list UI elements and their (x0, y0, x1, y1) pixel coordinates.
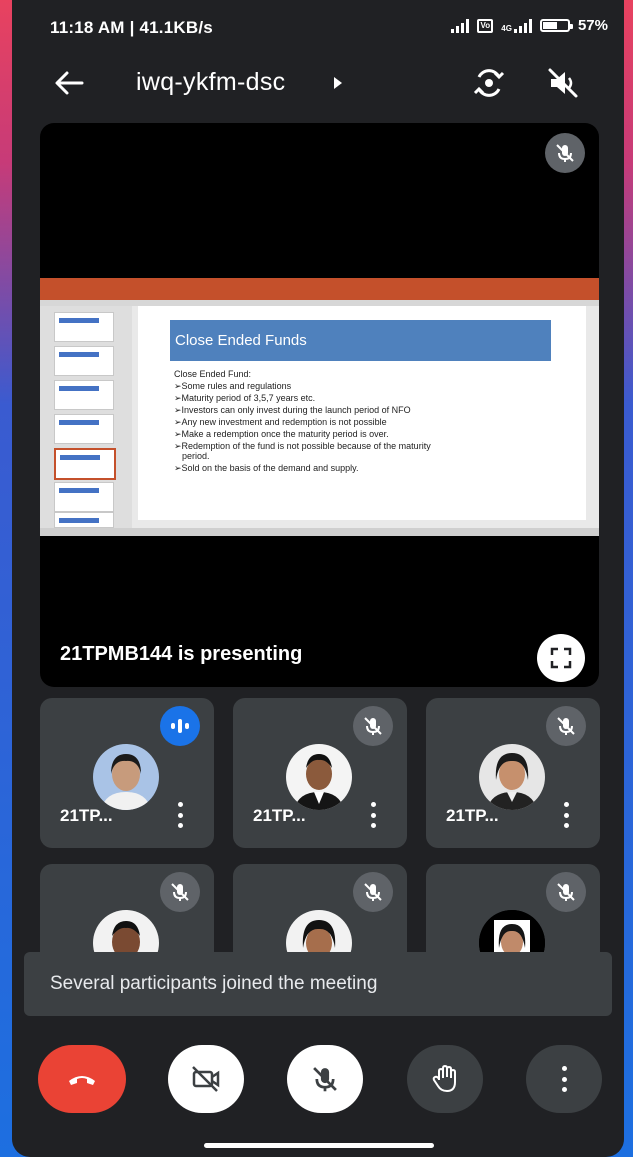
network-4g-icon: 4G (501, 18, 532, 33)
mic-off-icon (546, 706, 586, 746)
caret-right-icon[interactable] (334, 77, 342, 89)
battery-level: 57% (577, 17, 608, 34)
participant-tile[interactable]: 21TP... (40, 698, 214, 848)
more-options-icon (560, 1066, 568, 1092)
mic-off-icon (546, 872, 586, 912)
slide-thumbnail (54, 346, 114, 376)
meeting-header: iwq-ykfm-dsc (12, 58, 624, 108)
home-indicator[interactable] (204, 1143, 434, 1148)
slide-thumbnail (54, 414, 114, 444)
more-options-icon[interactable] (369, 802, 377, 828)
mic-off-icon (353, 706, 393, 746)
avatar (286, 744, 352, 810)
raise-hand-button[interactable] (407, 1045, 483, 1113)
snackbar: Several participants joined the meeting (24, 952, 612, 1016)
more-options-icon[interactable] (562, 802, 570, 828)
slide-thumbnail (54, 380, 114, 410)
avatar (93, 744, 159, 810)
mic-off-icon (545, 133, 585, 173)
signal-icon (451, 18, 470, 33)
raise-hand-icon (432, 1065, 456, 1092)
more-options-icon[interactable] (176, 802, 184, 828)
slide-bullet: ➢Any new investment and redemption is no… (174, 417, 387, 427)
slide-bullet: ➢Maturity period of 3,5,7 years etc. (174, 393, 316, 403)
avatar (479, 744, 545, 810)
participant-name: 21TP... (60, 806, 113, 825)
participant-name: 21TP... (446, 806, 499, 825)
slide-bullet: ➢Some rules and regulations (174, 381, 292, 391)
end-call-button[interactable] (38, 1045, 126, 1113)
meet-screen: 11:18 AM | 41.1KB/s Vo 4G 57% iwq-ykfm-d… (12, 0, 624, 1157)
shared-screen: Close Ended Funds Close Ended Fund: ➢Som… (40, 278, 599, 536)
slide-thumbnails (40, 306, 132, 528)
slide-bullet: ➢Sold on the basis of the demand and sup… (174, 463, 359, 473)
slide-title: Close Ended Funds (170, 320, 551, 361)
slide-thumbnail (54, 312, 114, 342)
meeting-code[interactable]: iwq-ykfm-dsc (136, 68, 285, 97)
end-call-icon (69, 1076, 95, 1085)
more-options-button[interactable] (526, 1045, 602, 1113)
mic-off-icon (160, 872, 200, 912)
participant-tile[interactable]: 21TP... (426, 698, 600, 848)
speaking-indicator-icon (160, 706, 200, 746)
status-bar: 11:18 AM | 41.1KB/s Vo 4G 57% (12, 0, 624, 58)
slide-bullet: ➢Make a redemption once the maturity per… (174, 429, 389, 439)
participant-tile[interactable]: 21TP... (233, 698, 407, 848)
slide-subtitle: Close Ended Fund: (174, 369, 252, 379)
slide-body: Close Ended Fund: ➢Some rules and regula… (174, 368, 564, 474)
slide-thumbnail-selected (54, 448, 116, 480)
fullscreen-icon[interactable] (537, 634, 585, 682)
mic-toggle-button[interactable] (287, 1045, 363, 1113)
slide: Close Ended Funds Close Ended Fund: ➢Som… (138, 306, 586, 520)
mic-off-icon (353, 872, 393, 912)
camera-toggle-button[interactable] (168, 1045, 244, 1113)
volte-icon: Vo (477, 18, 494, 33)
slide-bullet: ➢Investors can only invest during the la… (174, 405, 411, 415)
status-icons: Vo 4G 57% (451, 17, 608, 34)
presentation-tile[interactable]: Close Ended Funds Close Ended Fund: ➢Som… (40, 123, 599, 687)
snackbar-message: Several participants joined the meeting (50, 973, 378, 994)
speaker-off-icon[interactable] (544, 64, 582, 102)
camera-off-icon (192, 1066, 220, 1092)
status-time: 11:18 AM | 41.1KB/s (50, 18, 213, 37)
participant-name: 21TP... (253, 806, 306, 825)
presenting-label: 21TPMB144 is presenting (60, 643, 303, 665)
powerpoint-ribbon (40, 278, 599, 300)
mic-off-icon (313, 1067, 337, 1092)
battery-icon (539, 19, 573, 32)
back-arrow-icon[interactable] (52, 66, 86, 100)
slide-thumbnail (54, 512, 114, 528)
slide-thumbnail (54, 482, 114, 512)
switch-camera-icon[interactable] (470, 64, 508, 102)
